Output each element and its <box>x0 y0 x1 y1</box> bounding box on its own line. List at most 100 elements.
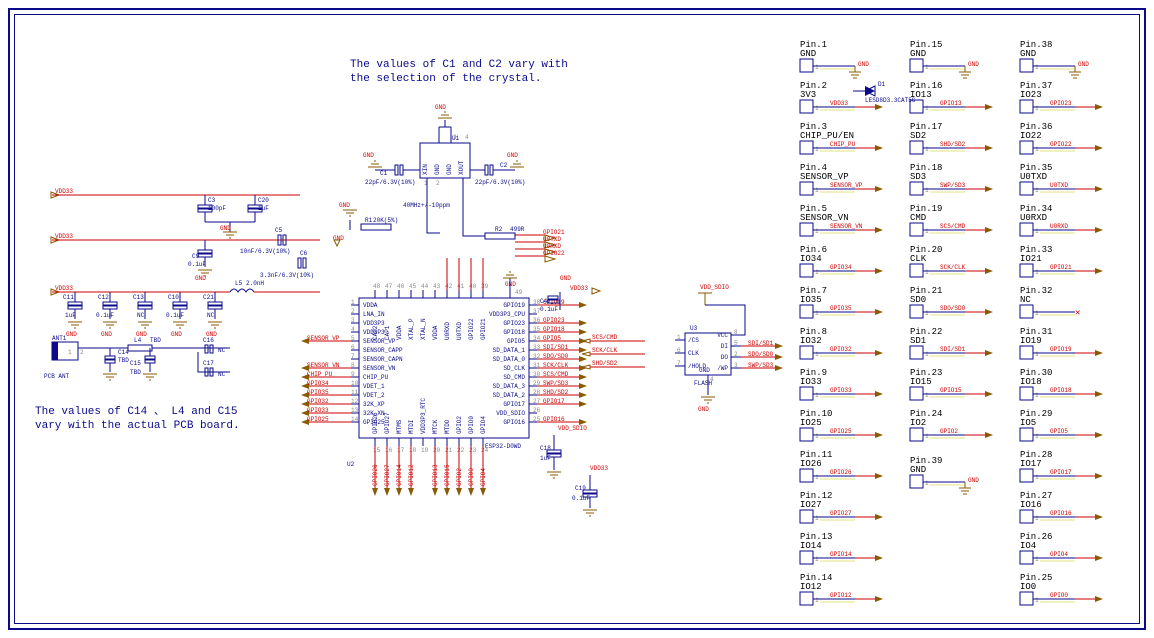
svg-text:1: 1 <box>815 597 819 604</box>
svg-text:24: 24 <box>481 447 489 454</box>
svg-text:1: 1 <box>1035 351 1039 358</box>
svg-text:1: 1 <box>815 433 819 440</box>
svg-text:SENSOR_CAPN: SENSOR_CAPN <box>363 356 403 363</box>
svg-text:3V3: 3V3 <box>800 90 816 100</box>
svg-text:/WP: /WP <box>717 365 728 372</box>
svg-text:SD_CLK: SD_CLK <box>503 365 525 372</box>
svg-text:19: 19 <box>421 447 429 454</box>
svg-text:GND: GND <box>560 275 571 282</box>
svg-text:1: 1 <box>925 351 929 358</box>
svg-text:GPIO14: GPIO14 <box>830 551 852 558</box>
svg-text:GPIO22: GPIO22 <box>543 250 565 257</box>
svg-text:1uF: 1uF <box>65 312 76 319</box>
svg-text:SENSOR_VP: SENSOR_VP <box>830 182 863 189</box>
svg-text:GPIO33: GPIO33 <box>830 387 852 394</box>
svg-text:1: 1 <box>925 146 929 153</box>
svg-text:1: 1 <box>815 228 819 235</box>
svg-text:VDD33: VDD33 <box>55 188 73 195</box>
svg-text:FLASH: FLASH <box>694 380 712 387</box>
svg-text:SD_CMD: SD_CMD <box>503 374 525 381</box>
svg-text:DI: DI <box>721 343 728 350</box>
svg-text:17: 17 <box>397 447 405 454</box>
svg-text:U3: U3 <box>690 325 698 332</box>
svg-text:IO25: IO25 <box>800 418 822 428</box>
svg-text:100pF: 100pF <box>208 205 226 212</box>
svg-text:C2: C2 <box>500 162 508 169</box>
svg-text:GPIO13: GPIO13 <box>432 464 439 486</box>
svg-text:1: 1 <box>68 349 72 356</box>
svg-text:GPIO25: GPIO25 <box>307 416 329 423</box>
svg-text:3: 3 <box>453 134 457 141</box>
svg-text:1: 1 <box>925 187 929 194</box>
svg-text:C1: C1 <box>380 170 388 177</box>
svg-text:48: 48 <box>373 283 381 290</box>
svg-text:3.3nF/6.3V(10%): 3.3nF/6.3V(10%) <box>260 272 314 279</box>
svg-text:GPIO19: GPIO19 <box>1050 346 1072 353</box>
svg-text:23: 23 <box>469 447 477 454</box>
svg-text:SENSOR_CAPP: SENSOR_CAPP <box>363 347 403 354</box>
svg-text:GPIO2: GPIO2 <box>940 428 958 435</box>
svg-text:1: 1 <box>815 105 819 112</box>
svg-text:SENSOR_VP: SENSOR_VP <box>800 172 849 182</box>
svg-text:GPIO16: GPIO16 <box>1050 510 1072 517</box>
svg-text:VCC: VCC <box>717 332 728 339</box>
svg-text:1: 1 <box>1035 269 1039 276</box>
svg-text:IO15: IO15 <box>910 377 932 387</box>
svg-text:39: 39 <box>481 283 489 290</box>
svg-text:GPIO2: GPIO2 <box>456 416 463 434</box>
svg-text:XTAL_P: XTAL_P <box>408 318 415 340</box>
svg-text:7: 7 <box>677 360 681 367</box>
svg-text:GPIO12: GPIO12 <box>830 592 852 599</box>
svg-text:MTCK: MTCK <box>432 419 439 434</box>
svg-text:SHD/SD2: SHD/SD2 <box>940 141 966 148</box>
svg-text:CLK: CLK <box>910 254 927 264</box>
svg-text:15: 15 <box>373 447 381 454</box>
svg-text:1: 1 <box>1035 433 1039 440</box>
svg-text:GND: GND <box>220 225 231 232</box>
svg-text:GPIO12: GPIO12 <box>408 464 415 486</box>
svg-text:/CS: /CS <box>688 337 699 344</box>
svg-text:C5: C5 <box>275 227 283 234</box>
svg-text:GND: GND <box>968 477 979 484</box>
svg-text:1: 1 <box>815 187 819 194</box>
svg-text:MTMS: MTMS <box>396 419 403 434</box>
svg-text:IO22: IO22 <box>1020 131 1042 141</box>
svg-text:GND: GND <box>910 465 926 475</box>
svg-text:14: 14 <box>351 416 359 423</box>
svg-text:3: 3 <box>351 317 355 324</box>
svg-text:GPIO18: GPIO18 <box>1050 387 1072 394</box>
svg-text:GND: GND <box>446 164 453 175</box>
svg-text:GND: GND <box>968 61 979 68</box>
svg-text:9: 9 <box>351 371 355 378</box>
svg-text:1: 1 <box>925 310 929 317</box>
svg-text:U0TXD: U0TXD <box>456 322 463 340</box>
svg-text:GPIO0: GPIO0 <box>468 468 475 486</box>
svg-text:IO2: IO2 <box>910 418 926 428</box>
svg-text:U0RXD: U0RXD <box>444 322 451 340</box>
svg-text:C3: C3 <box>208 197 216 204</box>
svg-text:SD2: SD2 <box>910 131 926 141</box>
svg-text:SWP/SD3: SWP/SD3 <box>748 362 774 369</box>
svg-text:GPIO25: GPIO25 <box>830 428 852 435</box>
svg-text:MTDI: MTDI <box>408 420 415 434</box>
svg-text:GPIO4: GPIO4 <box>1050 551 1068 558</box>
svg-text:VDD3P3_RTC: VDD3P3_RTC <box>420 398 427 434</box>
svg-text:0.1uF: 0.1uF <box>572 495 590 502</box>
svg-text:IO5: IO5 <box>1020 418 1036 428</box>
svg-text:C17: C17 <box>203 360 214 367</box>
svg-text:GND: GND <box>699 367 710 374</box>
u3-left-nets: SCS/CMD SCK/CLK SHD/SD2 <box>590 335 660 385</box>
svg-text:SD1: SD1 <box>910 336 926 346</box>
svg-text:CHIP_PU: CHIP_PU <box>363 374 389 381</box>
svg-text:1: 1 <box>1035 64 1039 71</box>
svg-text:U2: U2 <box>347 461 355 468</box>
svg-text:22pF/6.3V(10%): 22pF/6.3V(10%) <box>365 179 415 186</box>
svg-text:0.1uF: 0.1uF <box>540 306 558 313</box>
svg-text:GND: GND <box>339 202 350 209</box>
svg-text:TBD: TBD <box>130 369 141 376</box>
svg-text:1: 1 <box>815 515 819 522</box>
svg-text:GPIO4: GPIO4 <box>480 416 487 434</box>
svg-text:46: 46 <box>397 283 405 290</box>
svg-text:GPIO19: GPIO19 <box>503 302 525 309</box>
svg-text:1uF: 1uF <box>258 205 269 212</box>
